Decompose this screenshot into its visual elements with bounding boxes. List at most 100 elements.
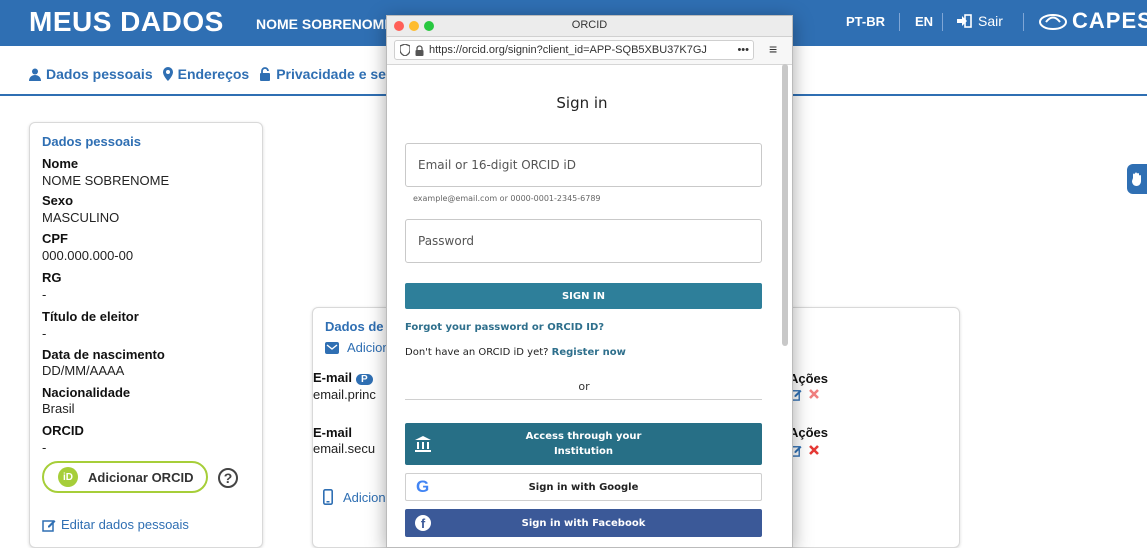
facebook-glyph: f	[420, 516, 426, 531]
address-bar: https://orcid.org/signin?client_id=APP-S…	[387, 37, 792, 65]
user-name: NOME SOBRENOME	[256, 16, 394, 32]
capes-logo: CAPES	[1038, 8, 1147, 34]
field-label: RG	[42, 270, 62, 285]
card-title: Dados de	[325, 319, 384, 334]
url-more-icon[interactable]: •••	[737, 44, 753, 56]
or-divider-text: or	[578, 380, 590, 393]
add-email-label: Adicion	[347, 340, 390, 355]
nav-addresses[interactable]: Endereços	[162, 66, 250, 82]
nav-personal-data[interactable]: Dados pessoais	[29, 66, 153, 82]
field-value: MASCULINO	[42, 210, 120, 225]
no-account-text: Don't have an ORCID iD yet?	[405, 347, 549, 358]
separator	[899, 13, 900, 31]
email-label: E-mail	[313, 370, 353, 385]
accessibility-tab[interactable]	[1127, 164, 1147, 194]
email-value: email.princ	[313, 387, 376, 402]
window-title: ORCID	[571, 19, 608, 31]
field-label: Nome	[42, 156, 79, 171]
signin-button[interactable]: SIGN IN	[405, 283, 762, 309]
orcid-icon: iD	[58, 467, 78, 487]
email-hint: example@email.com or 0000-0001-2345-6789	[413, 194, 601, 203]
separator	[942, 13, 943, 31]
register-row: Don't have an ORCID iD yet? Register now	[405, 347, 626, 358]
lang-en-link[interactable]: EN	[915, 14, 933, 29]
delete-icon[interactable]	[808, 388, 820, 400]
window-titlebar: ORCID	[387, 16, 792, 37]
field-value: -	[42, 287, 47, 302]
email-label: E-mail	[313, 425, 353, 440]
shield-icon	[400, 44, 410, 56]
field-label: Data de nascimento	[42, 347, 165, 362]
lock-icon	[260, 67, 271, 81]
lang-pt-link[interactable]: PT-BR	[846, 14, 885, 29]
hamburger-menu-icon[interactable]: ≡	[769, 41, 777, 57]
field-value: Brasil	[42, 401, 75, 416]
field-label: Sexo	[42, 193, 74, 208]
hand-icon	[1132, 172, 1141, 186]
forgot-password-link[interactable]: Forgot your password or ORCID ID?	[405, 322, 604, 333]
personal-data-card: Dados pessoais Nome NOME SOBRENOME Sexo …	[29, 122, 263, 548]
edit-personal-data-link[interactable]: Editar dados pessoais	[42, 517, 189, 532]
logout-button[interactable]: Sair	[956, 13, 1003, 29]
user-icon	[29, 68, 41, 81]
map-pin-icon	[162, 67, 173, 81]
actions-label: Ações	[789, 371, 829, 386]
facebook-label: Sign in with Facebook	[521, 517, 646, 529]
lock-icon	[415, 44, 424, 56]
field-value: -	[42, 326, 47, 341]
primary-badge: P	[356, 374, 373, 385]
institution-icon	[415, 436, 431, 452]
brand-title: MEUS DADOS	[29, 6, 224, 37]
field-value: DD/MM/AAAA	[42, 363, 125, 378]
institution-label-line2: Institution	[553, 446, 614, 457]
field-value: -	[42, 440, 47, 455]
edit-label: Editar dados pessoais	[61, 517, 189, 532]
actions-row	[789, 444, 820, 457]
edit-icon	[42, 519, 56, 532]
register-link[interactable]: Register now	[552, 347, 626, 358]
divider	[405, 399, 762, 400]
add-orcid-label: Adicionar ORCID	[88, 469, 194, 485]
field-label: CPF	[42, 231, 68, 246]
phone-icon	[323, 489, 333, 505]
help-icon[interactable]: ?	[218, 468, 238, 488]
facebook-signin-button[interactable]: f Sign in with Facebook	[405, 509, 762, 537]
add-email-link[interactable]: Adicion	[325, 340, 390, 355]
nav-personal-label: Dados pessoais	[46, 66, 153, 82]
actions-row	[789, 388, 820, 401]
url-field[interactable]: https://orcid.org/signin?client_id=APP-S…	[394, 40, 754, 60]
add-phone-label: Adicion	[343, 489, 386, 505]
nav-addresses-label: Endereços	[177, 66, 250, 82]
signin-heading: Sign in	[556, 94, 608, 112]
capes-text: CAPES	[1072, 8, 1147, 33]
actions-label: Ações	[789, 425, 829, 440]
logout-icon	[957, 14, 972, 28]
scrollbar[interactable]	[782, 64, 788, 346]
email-label-row: E-mail P	[313, 370, 383, 385]
google-icon: G	[416, 477, 430, 496]
field-value: NOME SOBRENOME	[42, 173, 170, 188]
google-signin-button[interactable]: G Sign in with Google	[405, 473, 762, 501]
email-value: email.secu	[313, 441, 376, 456]
field-label: ORCID	[42, 423, 84, 438]
delete-icon[interactable]	[808, 444, 820, 456]
facebook-icon: f	[415, 515, 431, 531]
nav-privacy[interactable]: Privacidade e senh	[259, 66, 403, 82]
logout-label: Sair	[978, 13, 1003, 29]
field-label: Nacionalidade	[42, 385, 131, 400]
capes-eye-icon	[1039, 14, 1067, 30]
field-value: 000.000.000-00	[42, 248, 134, 263]
sub-nav: Dados pessoais Endereços Privacidade e s…	[29, 66, 403, 82]
card-title: Dados pessoais	[42, 134, 141, 149]
institution-signin-button[interactable]: Access through your Institution	[405, 423, 762, 465]
password-input[interactable]: Password	[405, 219, 762, 263]
add-orcid-button[interactable]: iD Adicionar ORCID	[42, 461, 208, 493]
google-label: Sign in with Google	[528, 481, 639, 493]
add-phone-link[interactable]: Adicion	[323, 489, 386, 505]
nav-privacy-label: Privacidade e senh	[276, 66, 404, 82]
email-input[interactable]: Email or 16-digit ORCID iD	[405, 143, 762, 187]
separator	[1023, 13, 1024, 31]
institution-label-line1: Access through your	[525, 431, 642, 442]
url-text: https://orcid.org/signin?client_id=APP-S…	[429, 44, 707, 56]
envelope-icon	[325, 341, 339, 354]
